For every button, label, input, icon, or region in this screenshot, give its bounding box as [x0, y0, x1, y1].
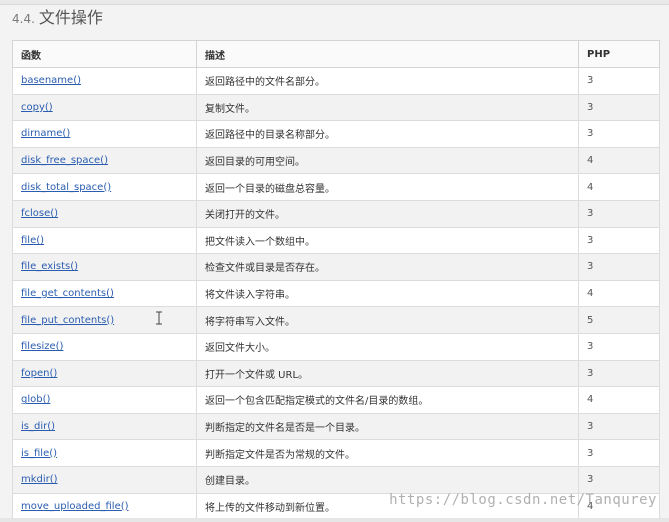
section-title: 文件操作	[38, 8, 103, 27]
php-version-cell: 3	[578, 93, 660, 122]
watermark: https://blog.csdn.net/Tanqurey	[389, 492, 657, 508]
table-row: file_put_contents() 将字符串写入文件。 5	[12, 306, 660, 334]
function-cell: is_dir()	[12, 412, 197, 441]
php-version-cell: 3	[578, 412, 660, 441]
description-cell: 返回路径中的文件名部分。	[196, 67, 579, 95]
table-row: copy() 复制文件。 3	[12, 93, 660, 122]
table-row: mkdir() 创建目录。 3	[12, 465, 660, 494]
description-cell: 返回路径中的目录名称部分。	[196, 120, 579, 148]
function-cell: fopen()	[12, 359, 197, 388]
header-function: 函数	[12, 40, 197, 68]
description-cell: 返回一个目录的磁盘总容量。	[196, 173, 579, 201]
php-version-cell: 3	[578, 332, 660, 361]
php-version-cell: 4	[578, 173, 660, 201]
table-row: filesize() 返回文件大小。 3	[12, 332, 660, 361]
function-link[interactable]: file_exists()	[21, 261, 78, 272]
php-version-cell: 4	[578, 386, 660, 414]
function-cell: dirname()	[12, 120, 197, 148]
description-cell: 返回一个包含匹配指定模式的文件名/目录的数组。	[196, 386, 579, 414]
function-link[interactable]: copy()	[21, 102, 53, 113]
description-cell: 返回文件大小。	[196, 332, 579, 361]
function-link[interactable]: basename()	[21, 75, 81, 86]
header-php-version: PHP	[578, 40, 660, 68]
function-cell: disk_free_space()	[12, 146, 197, 175]
php-version-cell: 3	[578, 465, 660, 494]
table-row: glob() 返回一个包含匹配指定模式的文件名/目录的数组。 4	[12, 386, 660, 414]
description-cell: 将文件读入字符串。	[196, 279, 579, 308]
function-cell: file()	[12, 226, 197, 255]
function-cell: move_uploaded_file()	[12, 492, 197, 521]
function-link[interactable]: is_dir()	[21, 421, 55, 432]
description-cell: 检查文件或目录是否存在。	[196, 253, 579, 281]
section-number: 4.4.	[12, 12, 35, 26]
description-cell: 创建目录。	[196, 465, 579, 494]
function-link[interactable]: move_uploaded_file()	[21, 501, 129, 512]
table-row: file_get_contents() 将文件读入字符串。 4	[12, 279, 660, 308]
function-link[interactable]: dirname()	[21, 128, 70, 139]
function-cell: basename()	[12, 67, 197, 95]
function-link[interactable]: file_put_contents()	[21, 315, 114, 326]
description-cell: 关闭打开的文件。	[196, 199, 579, 228]
php-version-cell: 3	[578, 439, 660, 467]
function-cell: glob()	[12, 386, 197, 414]
php-version-cell: 3	[578, 120, 660, 148]
function-link[interactable]: fclose()	[21, 208, 58, 219]
function-cell: is_file()	[12, 439, 197, 467]
php-version-cell: 3	[578, 359, 660, 388]
description-cell: 把文件读入一个数组中。	[196, 226, 579, 255]
function-link[interactable]: disk_total_space()	[21, 182, 111, 193]
table-header-row: 函数 描述 PHP	[12, 40, 660, 68]
description-cell: 判断指定文件是否为常规的文件。	[196, 439, 579, 467]
description-cell: 判断指定的文件名是否是一个目录。	[196, 412, 579, 441]
php-version-cell: 3	[578, 253, 660, 281]
function-link[interactable]: file()	[21, 235, 44, 246]
function-cell: file_get_contents()	[12, 279, 197, 308]
function-link[interactable]: mkdir()	[21, 474, 58, 485]
table-row: basename() 返回路径中的文件名部分。 3	[12, 67, 660, 95]
function-link[interactable]: disk_free_space()	[21, 155, 108, 166]
function-cell: disk_total_space()	[12, 173, 197, 201]
function-link[interactable]: is_file()	[21, 448, 57, 459]
php-version-cell: 3	[578, 199, 660, 228]
description-cell: 返回目录的可用空间。	[196, 146, 579, 175]
table-row: file_exists() 检查文件或目录是否存在。 3	[12, 253, 660, 281]
function-cell: mkdir()	[12, 465, 197, 494]
php-version-cell: 5	[578, 306, 660, 334]
php-version-cell: 3	[578, 67, 660, 95]
header-description: 描述	[196, 40, 579, 68]
description-cell: 将字符串写入文件。	[196, 306, 579, 334]
table-row: fclose() 关闭打开的文件。 3	[12, 199, 660, 228]
bottom-divider	[0, 518, 669, 522]
table-row: file() 把文件读入一个数组中。 3	[12, 226, 660, 255]
table-row: dirname() 返回路径中的目录名称部分。 3	[12, 120, 660, 148]
description-cell: 复制文件。	[196, 93, 579, 122]
table-row: disk_total_space() 返回一个目录的磁盘总容量。 4	[12, 173, 660, 201]
function-link[interactable]: filesize()	[21, 341, 63, 352]
function-link[interactable]: file_get_contents()	[21, 288, 114, 299]
table-row: is_file() 判断指定文件是否为常规的文件。 3	[12, 439, 660, 467]
file-functions-table: 函数 描述 PHP basename() 返回路径中的文件名部分。 3 copy() 复…	[12, 40, 660, 521]
php-version-cell: 3	[578, 226, 660, 255]
function-cell: file_put_contents()	[12, 306, 197, 334]
table-row: is_dir() 判断指定的文件名是否是一个目录。 3	[12, 412, 660, 441]
section-heading: 4.4. 文件操作	[12, 4, 103, 27]
function-cell: fclose()	[12, 199, 197, 228]
php-version-cell: 4	[578, 279, 660, 308]
table-row: fopen() 打开一个文件或 URL。 3	[12, 359, 660, 388]
function-cell: file_exists()	[12, 253, 197, 281]
description-cell: 打开一个文件或 URL。	[196, 359, 579, 388]
function-cell: copy()	[12, 93, 197, 122]
text-cursor-icon	[156, 311, 162, 325]
php-version-cell: 4	[578, 146, 660, 175]
function-cell: filesize()	[12, 332, 197, 361]
table-row: disk_free_space() 返回目录的可用空间。 4	[12, 146, 660, 175]
function-link[interactable]: fopen()	[21, 368, 57, 379]
function-link[interactable]: glob()	[21, 394, 50, 405]
